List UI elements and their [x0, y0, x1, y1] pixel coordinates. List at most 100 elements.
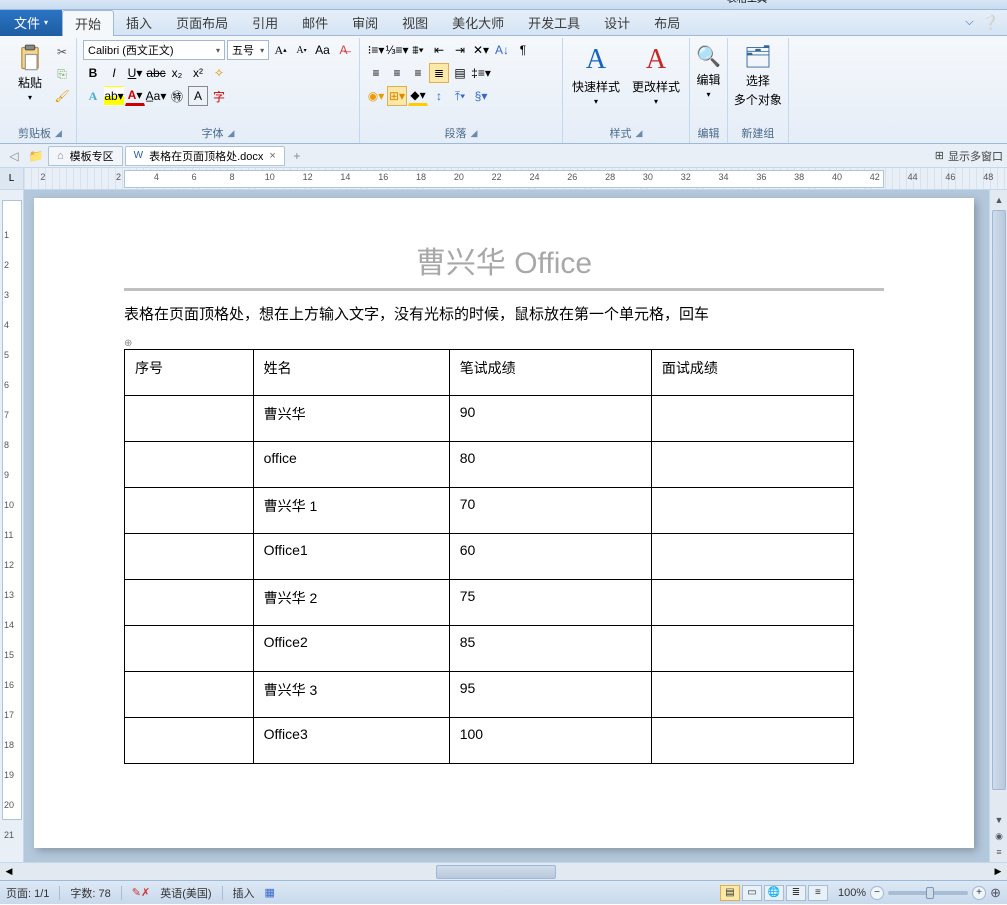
- scroll-left-icon[interactable]: ◀: [0, 866, 18, 877]
- table-cell[interactable]: 80: [449, 442, 651, 488]
- table-cell[interactable]: [651, 718, 853, 764]
- table-cell[interactable]: 曹兴华: [253, 396, 449, 442]
- borders-icon[interactable]: ⊞▾: [387, 86, 407, 106]
- italic-button[interactable]: I: [104, 63, 124, 83]
- draft-view-icon[interactable]: ≡: [808, 885, 828, 901]
- tab-insert[interactable]: 插入: [114, 10, 164, 36]
- tab-references[interactable]: 引用: [240, 10, 290, 36]
- para-launcher-icon[interactable]: ◢: [471, 128, 478, 139]
- tab-developer[interactable]: 开发工具: [516, 10, 592, 36]
- format-painter-icon[interactable]: 🖌: [54, 88, 70, 104]
- table-cell[interactable]: [651, 534, 853, 580]
- table-header-row[interactable]: 序号 姓名 笔试成绩 面试成绩: [125, 350, 854, 396]
- tab-layout[interactable]: 布局: [642, 10, 692, 36]
- table-cell[interactable]: [125, 396, 254, 442]
- tab-mail[interactable]: 邮件: [290, 10, 340, 36]
- table-cell[interactable]: [125, 672, 254, 718]
- change-case-icon[interactable]: Aa: [313, 40, 332, 60]
- tabstop-icon[interactable]: ⤒▾: [450, 86, 470, 106]
- macro-icon[interactable]: ▦: [265, 886, 275, 899]
- zoom-fit-icon[interactable]: ⊕: [990, 885, 1001, 901]
- show-marks-icon[interactable]: ¶: [513, 40, 533, 60]
- char-border-icon[interactable]: A: [188, 86, 208, 106]
- shrink-font-icon[interactable]: A▾: [292, 40, 311, 60]
- table-row[interactable]: 曹兴华 170: [125, 488, 854, 534]
- table-cell[interactable]: 85: [449, 626, 651, 672]
- asian-spacing-icon[interactable]: ✕▾: [471, 40, 491, 60]
- table-cell[interactable]: 曹兴华 1: [253, 488, 449, 534]
- clipboard-launcher-icon[interactable]: ◢: [55, 128, 62, 139]
- vertical-ruler[interactable]: 123456789101112131415161718192021: [0, 190, 24, 862]
- web-layout-view-icon[interactable]: 🌐: [764, 885, 784, 901]
- table-row[interactable]: Office160: [125, 534, 854, 580]
- horizontal-ruler[interactable]: L 22468101214161820222426283032343638404…: [0, 168, 1007, 190]
- snap-grid-icon[interactable]: ↕: [429, 86, 449, 106]
- scroll-thumb-v[interactable]: [992, 210, 1006, 790]
- text-effects-icon[interactable]: ✧: [209, 63, 229, 83]
- language-indicator[interactable]: 英语(美国): [160, 885, 211, 901]
- align-right-icon[interactable]: ≡: [408, 63, 428, 83]
- copy-icon[interactable]: ⎘: [54, 66, 70, 82]
- tab-view[interactable]: 视图: [390, 10, 440, 36]
- zoom-in-button[interactable]: +: [972, 886, 986, 900]
- tab-review[interactable]: 审阅: [340, 10, 390, 36]
- font-size-combo[interactable]: 五号▾: [227, 40, 269, 60]
- table-cell[interactable]: [125, 718, 254, 764]
- bold-button[interactable]: B: [83, 63, 103, 83]
- strikethrough-button[interactable]: abc: [146, 63, 166, 83]
- table-cell[interactable]: [125, 534, 254, 580]
- file-tab-doc[interactable]: W表格在页面顶格处.docx×: [125, 146, 285, 166]
- spellcheck-icon[interactable]: ✎✗: [132, 886, 150, 899]
- prev-page-icon[interactable]: ◉: [990, 828, 1007, 844]
- enclose-char-icon[interactable]: ㊕: [167, 86, 187, 106]
- table-cell[interactable]: [125, 488, 254, 534]
- table-cell[interactable]: 90: [449, 396, 651, 442]
- find-button[interactable]: 🔍 编辑 ▾: [696, 44, 721, 99]
- grow-font-icon[interactable]: A▴: [271, 40, 290, 60]
- table-cell[interactable]: 60: [449, 534, 651, 580]
- zoom-out-button[interactable]: −: [870, 886, 884, 900]
- table-row[interactable]: office80: [125, 442, 854, 488]
- table-cell[interactable]: [651, 580, 853, 626]
- minimize-ribbon-icon[interactable]: ⌵: [965, 16, 973, 29]
- decrease-indent-icon[interactable]: ⇤: [429, 40, 449, 60]
- table-cell[interactable]: office: [253, 442, 449, 488]
- align-justify-icon[interactable]: ≣: [429, 63, 449, 83]
- tab-home[interactable]: 开始: [62, 10, 114, 36]
- font-name-combo[interactable]: Calibri (西文正文)▾: [83, 40, 225, 60]
- line-spacing-icon[interactable]: ‡≡▾: [471, 63, 491, 83]
- zoom-slider[interactable]: [888, 891, 968, 895]
- print-layout-view-icon[interactable]: ▤: [720, 885, 740, 901]
- vertical-scrollbar[interactable]: ▲ ▼ ◉ ≡: [989, 190, 1007, 862]
- scroll-up-icon[interactable]: ▲: [990, 192, 1007, 208]
- table-header-cell[interactable]: 面试成绩: [651, 350, 853, 396]
- tab-beautify[interactable]: 美化大师: [440, 10, 516, 36]
- number-list-icon[interactable]: ⅓≡▾: [387, 40, 407, 60]
- para-settings-icon[interactable]: §▾: [471, 86, 491, 106]
- horizontal-scrollbar[interactable]: ◀ ▶: [0, 862, 1007, 880]
- page-indicator[interactable]: 页面: 1/1: [6, 885, 49, 901]
- template-tab[interactable]: ⌂模板专区: [48, 146, 123, 166]
- underline-button[interactable]: U▾: [125, 63, 145, 83]
- scroll-thumb-h[interactable]: [436, 865, 556, 879]
- page[interactable]: 曹兴华 Office 表格在页面顶格处，想在上方输入文字，没有光标的时候，鼠标放…: [34, 198, 974, 848]
- quick-styles-button[interactable]: A 快速样式 ▾: [569, 44, 623, 106]
- shading-icon[interactable]: ◉▾: [366, 86, 386, 106]
- zoom-level[interactable]: 100%: [838, 887, 866, 899]
- multilevel-list-icon[interactable]: ⩩▾: [408, 40, 428, 60]
- table-header-cell[interactable]: 序号: [125, 350, 254, 396]
- zoom-knob[interactable]: [926, 887, 934, 899]
- table-cell[interactable]: 95: [449, 672, 651, 718]
- table-row[interactable]: 曹兴华90: [125, 396, 854, 442]
- table-row[interactable]: Office3100: [125, 718, 854, 764]
- paste-button[interactable]: 粘贴 ▾: [10, 40, 50, 125]
- font-launcher-icon[interactable]: ◢: [228, 128, 235, 139]
- bullet-list-icon[interactable]: ⁝≡▾: [366, 40, 386, 60]
- align-left-icon[interactable]: ≡: [366, 63, 386, 83]
- font-color-button[interactable]: A▾: [125, 86, 145, 106]
- highlight-button[interactable]: ab▾: [104, 86, 124, 106]
- insert-mode[interactable]: 插入: [233, 885, 255, 901]
- help-icon[interactable]: ❔: [982, 14, 999, 31]
- table-cell[interactable]: Office1: [253, 534, 449, 580]
- change-styles-button[interactable]: A 更改样式 ▾: [629, 44, 683, 106]
